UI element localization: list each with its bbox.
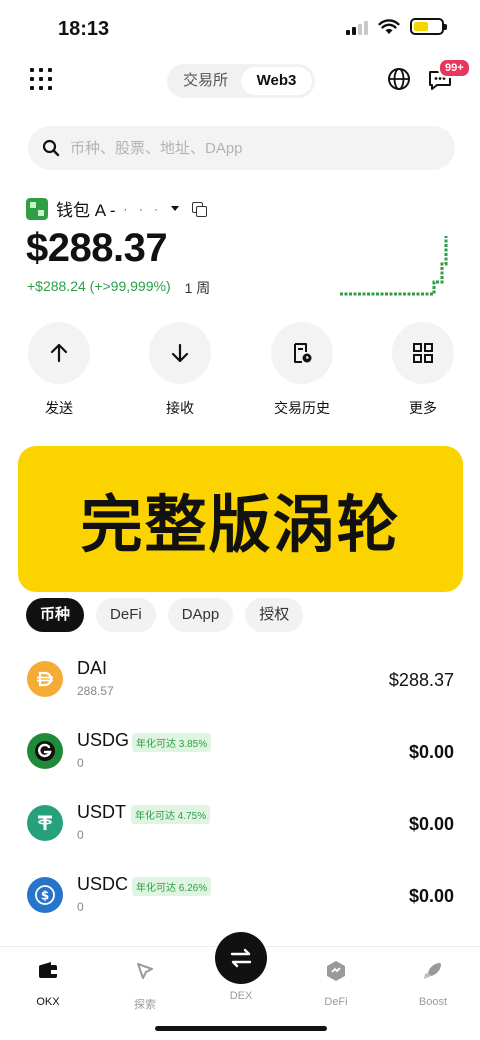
wallet-icon [39, 962, 57, 978]
tab-defi[interactable]: DeFi [96, 598, 156, 632]
asset-symbol: USDT [77, 802, 126, 822]
nav-explore-label: 探索 [134, 999, 156, 1011]
asset-value: $288.37 [388, 670, 454, 690]
asset-quantity: 0 [77, 828, 84, 842]
asset-value: $0.00 [408, 886, 454, 906]
promo-banner: 完整版涡轮 [18, 446, 463, 592]
nav-boost[interactable]: Boost [398, 959, 468, 1008]
banner-text: 完整版涡轮 [80, 488, 401, 561]
history-icon [294, 343, 312, 363]
message-badge: 99+ [438, 58, 471, 78]
asset-symbol: USDG [77, 730, 130, 750]
balance-change: +$288.24 (+>99,999%) [27, 278, 171, 294]
top-bar: 交易所 Web3 99+ [0, 58, 480, 102]
copy-icon[interactable] [192, 201, 208, 217]
asset-symbol: DAI [77, 658, 108, 678]
globe-icon[interactable] [387, 67, 411, 91]
arrow-down-icon [171, 343, 189, 363]
asset-quantity: 0 [77, 756, 84, 770]
balance-change-row: +$288.24 (+>99,999%) 1 周 [27, 278, 210, 298]
send-button[interactable]: 发送 [14, 322, 104, 418]
more-label: 更多 [409, 400, 437, 416]
wallet-address-masked: · · · [123, 201, 163, 216]
cellular-signal-icon [346, 19, 368, 35]
arrow-up-icon [50, 343, 68, 363]
total-balance: $288.37 [26, 226, 168, 270]
battery-level [414, 22, 429, 31]
mode-option-web3[interactable]: Web3 [241, 67, 312, 95]
asset-row-dai[interactable]: DAI 288.57 $288.37 [0, 648, 480, 720]
asset-tabs: 币种 DeFi DApp 授权 [26, 598, 304, 632]
status-bar: 18:13 [0, 0, 480, 60]
asset-quantity: 288.57 [77, 684, 114, 698]
wallet-selector[interactable]: 钱包 A - · · · [26, 196, 208, 221]
asset-value: $0.00 [408, 814, 454, 834]
menu-grid-icon[interactable] [30, 68, 52, 90]
nav-dex-button[interactable] [215, 932, 267, 984]
quick-actions: 发送 接收 交易历史 更多 [0, 322, 480, 422]
asset-symbol: USDC [77, 874, 129, 894]
status-icons [346, 18, 447, 35]
compass-icon [137, 963, 153, 979]
asset-row-usdg[interactable]: USDG 年化可达 3.85% 0 $0.00 [0, 720, 480, 792]
svg-text:$: $ [41, 889, 49, 903]
apps-icon [413, 343, 433, 363]
nav-okx[interactable]: OKX [13, 959, 83, 1008]
asset-value: $0.00 [408, 742, 454, 762]
balance-sparkline [340, 236, 448, 296]
battery-icon [410, 18, 447, 35]
tab-tokens[interactable]: 币种 [26, 598, 85, 632]
send-label: 发送 [45, 400, 73, 416]
apr-badge: 年化可达 3.85% [132, 733, 212, 752]
nav-boost-label: Boost [418, 996, 448, 1008]
receive-button[interactable]: 接收 [135, 322, 225, 418]
wifi-icon [378, 18, 400, 34]
asset-row-usdc[interactable]: $ USDC 年化可达 6.26% 0 $0.00 [0, 864, 480, 936]
apr-badge: 年化可达 4.75% [131, 805, 211, 824]
nav-dex-label: DEX [229, 990, 253, 1002]
search-bar[interactable] [28, 126, 455, 170]
history-label: 交易历史 [274, 400, 330, 416]
asset-quantity: 0 [77, 900, 84, 914]
mode-toggle: 交易所 Web3 [167, 64, 315, 98]
asset-row-usdt[interactable]: USDT 年化可达 4.75% 0 $0.00 [0, 792, 480, 864]
search-icon [42, 139, 60, 157]
defi-icon [327, 961, 345, 981]
wallet-avatar [26, 197, 48, 220]
nav-explore[interactable]: 探索 [110, 959, 180, 1012]
asset-list: DAI 288.57 $288.37 USDG 年化可达 3.85% 0 $0.… [0, 648, 480, 936]
usdc-coin-icon: $ [27, 877, 63, 913]
wallet-name: 钱包 A - [56, 201, 116, 220]
swap-icon [230, 948, 252, 968]
home-indicator [155, 1026, 327, 1031]
apr-badge: 年化可达 6.26% [132, 877, 212, 896]
nav-defi-label: DeFi [324, 996, 348, 1008]
tab-approvals[interactable]: 授权 [245, 598, 304, 632]
history-button[interactable]: 交易历史 [257, 322, 347, 418]
change-period[interactable]: 1 周 [185, 278, 211, 298]
usdg-coin-icon [27, 733, 63, 769]
search-input[interactable] [70, 139, 410, 157]
nav-okx-label: OKX [36, 996, 60, 1008]
rocket-icon [424, 963, 441, 979]
status-time: 18:13 [58, 18, 110, 40]
tab-dapp[interactable]: DApp [167, 598, 234, 632]
receive-label: 接收 [166, 400, 194, 416]
dropdown-caret-icon[interactable] [170, 205, 180, 213]
usdt-coin-icon [27, 805, 63, 841]
more-button[interactable]: 更多 [378, 322, 468, 418]
dai-coin-icon [27, 661, 63, 697]
mode-option-exchange[interactable]: 交易所 [170, 67, 241, 95]
nav-defi[interactable]: DeFi [301, 959, 371, 1008]
